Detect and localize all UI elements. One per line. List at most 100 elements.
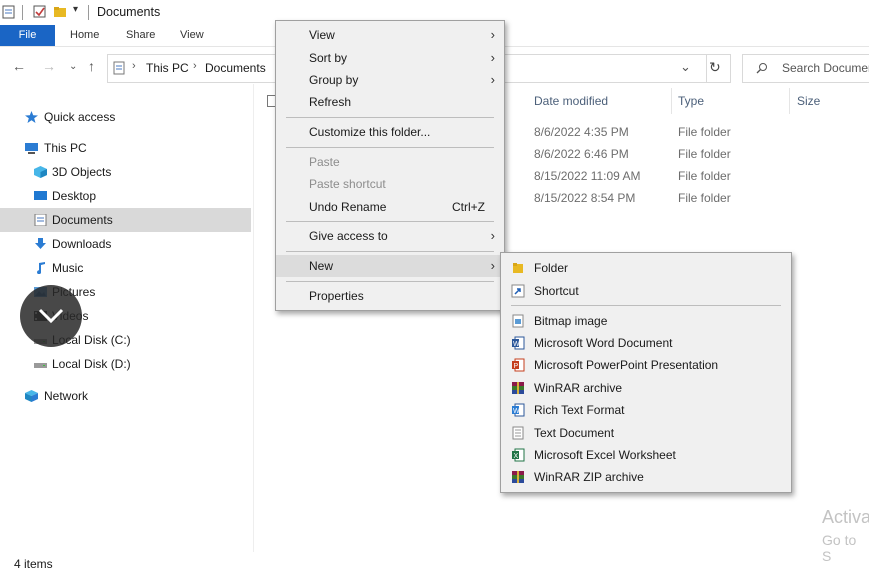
menu-item-customize-folder[interactable]: Customize this folder... [276, 121, 504, 143]
context-menu: View › Sort by › Group by › Refresh Customi… [275, 20, 505, 311]
search-input[interactable]: Search Documents [782, 61, 869, 75]
up-icon[interactable]: ↑ [88, 58, 95, 74]
svg-text:X: X [514, 453, 519, 460]
notepad-icon[interactable] [2, 5, 16, 19]
activation-watermark: Activa [822, 507, 869, 527]
text-document-icon [512, 426, 524, 440]
search-icon [756, 63, 767, 74]
refresh-button[interactable]: ↻ [700, 54, 731, 83]
chevron-right-icon: › [490, 50, 495, 65]
folder-icon[interactable] [53, 5, 67, 19]
star-icon [25, 111, 38, 123]
new-item-folder[interactable]: Folder [501, 257, 791, 279]
menu-item-group-by[interactable]: Group by › [276, 69, 504, 91]
chevron-right-icon: › [490, 258, 495, 273]
breadcrumb-documents[interactable]: Documents [205, 61, 266, 75]
menu-separator [286, 147, 494, 148]
menu-item-paste-shortcut[interactable]: Paste shortcut [276, 173, 504, 195]
new-item-winrar[interactable]: WinRAR archive [501, 377, 791, 399]
breadcrumb-this-pc[interactable]: This PC [146, 61, 189, 75]
nav-item-this-pc[interactable]: This PC [0, 136, 251, 160]
nav-item-desktop[interactable]: Desktop [0, 184, 251, 208]
winrar-zip-icon [512, 471, 524, 483]
nav-item-music[interactable]: Music [0, 256, 251, 280]
menu-item-paste[interactable]: Paste [276, 151, 504, 173]
new-item-winrar-zip[interactable]: WinRAR ZIP archive [501, 466, 791, 488]
desktop-icon [34, 191, 47, 200]
column-divider[interactable] [789, 88, 790, 114]
forward-icon[interactable]: → [42, 58, 56, 74]
menu-item-view[interactable]: View › [276, 24, 504, 46]
column-type[interactable]: Type [678, 94, 704, 108]
menu-item-undo-rename[interactable]: Undo Rename Ctrl+Z [276, 196, 504, 218]
documents-icon [113, 61, 125, 75]
svg-text:W: W [513, 341, 520, 348]
table-row[interactable]: 8/15/2022 8:54 PM File folder [505, 190, 869, 212]
nav-item-downloads[interactable]: Downloads [0, 232, 251, 256]
tab-home[interactable]: Home [70, 25, 99, 46]
address-dropdown-icon[interactable]: ⌄ [680, 59, 691, 75]
chevron-right-icon[interactable]: › [193, 60, 197, 72]
download-icon [35, 238, 46, 249]
collapse-overlay-button[interactable] [20, 285, 82, 347]
status-item-count: 4 items [14, 557, 53, 571]
new-item-text[interactable]: Text Document [501, 422, 791, 444]
menu-item-new[interactable]: New › [276, 255, 504, 277]
nav-item-quick-access[interactable]: Quick access [0, 105, 251, 129]
new-item-word[interactable]: W Microsoft Word Document [501, 332, 791, 354]
new-item-excel[interactable]: X Microsoft Excel Worksheet [501, 444, 791, 466]
tab-share[interactable]: Share [126, 25, 155, 46]
nav-item-3d-objects[interactable]: 3D Objects [0, 160, 251, 184]
table-row[interactable]: 8/15/2022 11:09 AM File folder [505, 168, 869, 190]
network-icon [25, 390, 38, 402]
new-item-powerpoint[interactable]: P Microsoft PowerPoint Presentation [501, 354, 791, 376]
column-size[interactable]: Size [797, 94, 820, 108]
menu-item-give-access[interactable]: Give access to › [276, 225, 504, 247]
tab-view[interactable]: View [180, 25, 204, 46]
menu-separator [286, 117, 494, 118]
chevron-right-icon: › [490, 27, 495, 42]
excel-icon: X [512, 448, 525, 462]
file-list: 8/6/2022 4:35 PM File folder 8/6/2022 6:… [505, 124, 869, 212]
svg-text:W: W [513, 408, 520, 415]
nav-item-local-disk-d[interactable]: Local Disk (D:) [0, 352, 251, 376]
computer-icon [25, 143, 38, 154]
menu-separator [286, 281, 494, 282]
documents-icon [34, 214, 47, 226]
menu-item-sort-by[interactable]: Sort by › [276, 47, 504, 69]
new-item-rtf[interactable]: W Rich Text Format [501, 399, 791, 421]
table-row[interactable]: 8/6/2022 6:46 PM File folder [505, 146, 869, 168]
shortcut-label: Ctrl+Z [452, 200, 485, 214]
chevron-down-icon [38, 308, 64, 324]
menu-separator [286, 221, 494, 222]
pane-divider [253, 84, 254, 552]
refresh-icon: ↻ [709, 59, 721, 75]
table-row[interactable]: 8/6/2022 4:35 PM File folder [505, 124, 869, 146]
menu-separator [511, 305, 781, 306]
rtf-icon: W [512, 403, 525, 417]
bitmap-icon [512, 314, 524, 328]
shortcut-icon [511, 284, 525, 298]
checkbox-properties-icon[interactable] [33, 5, 47, 19]
new-item-shortcut[interactable]: Shortcut [501, 280, 791, 302]
new-item-bitmap[interactable]: Bitmap image [501, 310, 791, 332]
column-divider[interactable] [671, 88, 672, 114]
tab-file[interactable]: File [0, 25, 55, 46]
cube-icon [34, 166, 47, 178]
back-icon[interactable]: ← [12, 58, 26, 74]
menu-item-refresh[interactable]: Refresh [276, 91, 504, 113]
window-title: Documents [97, 5, 161, 19]
menu-item-properties[interactable]: Properties [276, 285, 504, 307]
chevron-right-icon[interactable]: › [132, 60, 136, 72]
chevron-right-icon: › [490, 72, 495, 87]
search-box[interactable]: Search Documents [742, 54, 869, 83]
activation-watermark-sub: Go to S [822, 532, 857, 564]
recent-locations-icon[interactable]: ⌄ [69, 61, 77, 72]
column-date-modified[interactable]: Date modified [534, 94, 608, 108]
music-icon [37, 262, 45, 274]
nav-item-documents[interactable]: Documents [0, 208, 251, 232]
chevron-right-icon: › [490, 228, 495, 243]
qat-dropdown-icon[interactable]: ▾ [73, 4, 78, 15]
nav-item-network[interactable]: Network [0, 384, 251, 408]
svg-text:P: P [514, 363, 519, 370]
